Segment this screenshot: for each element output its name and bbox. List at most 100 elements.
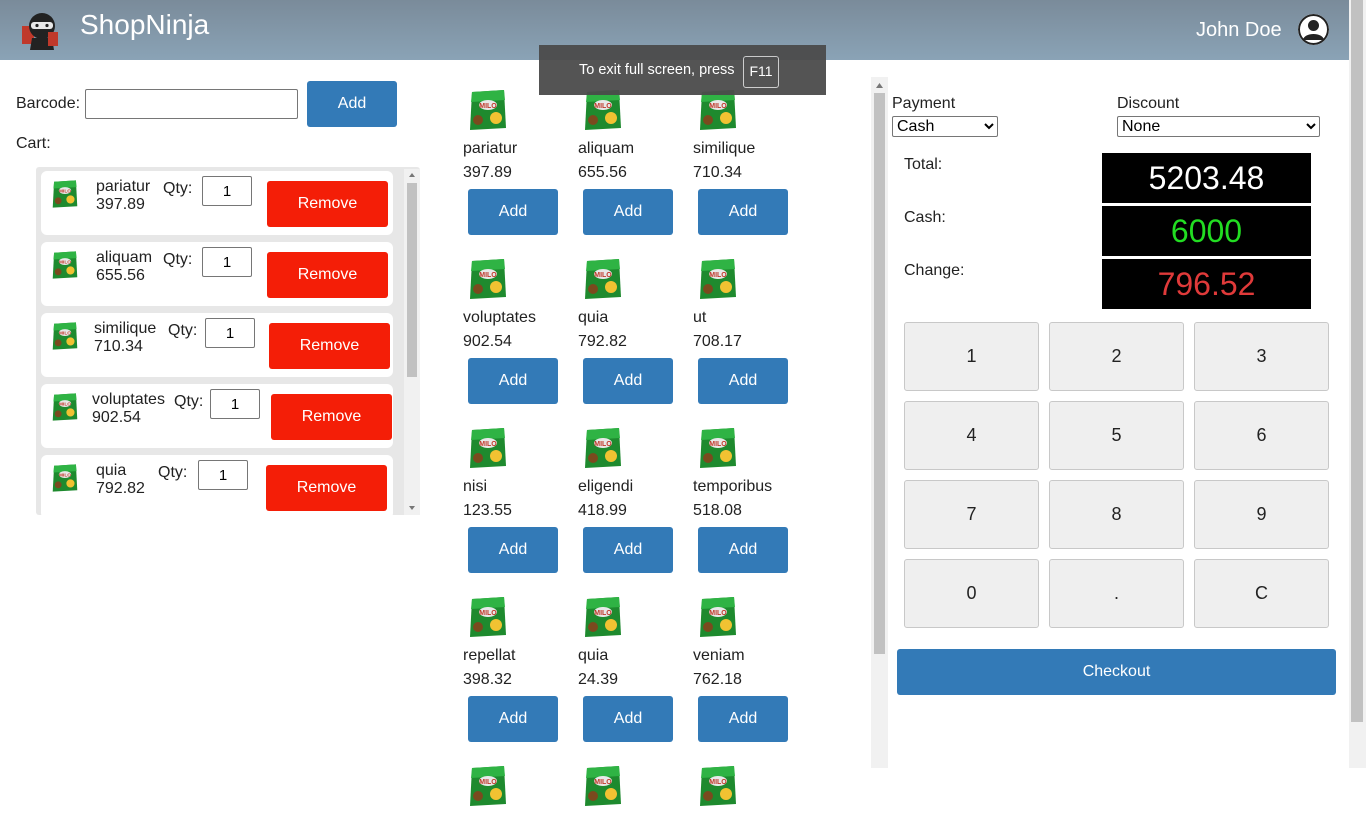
svg-text:MILO: MILO: [59, 260, 71, 266]
product-add-button[interactable]: Add: [468, 189, 558, 235]
product-price: 123.55: [463, 502, 512, 519]
svg-text:MILO: MILO: [594, 779, 612, 786]
svg-text:MILO: MILO: [59, 402, 71, 408]
qty-input[interactable]: [210, 389, 260, 419]
product-image-icon: MILO: [583, 764, 623, 808]
svg-text:MILO: MILO: [479, 272, 497, 279]
cart-list: MILO pariatur397.89 Qty: Remove MILO aliquam6…: [36, 167, 420, 515]
product-price: 518.08: [693, 502, 742, 519]
svg-text:MILO: MILO: [594, 272, 612, 279]
remove-button[interactable]: Remove: [267, 181, 388, 227]
payment-label: Payment: [892, 95, 956, 112]
discount-label: Discount: [1117, 95, 1180, 112]
barcode-label: Barcode:: [16, 95, 81, 112]
svg-text:MILO: MILO: [709, 103, 727, 110]
qty-label: Qty:: [163, 251, 193, 268]
keypad-key[interactable]: .: [1049, 559, 1184, 628]
remove-button[interactable]: Remove: [266, 465, 387, 511]
cart-item: MILO voluptates902.54 Qty: Remove: [41, 384, 393, 448]
product-name: veniam: [693, 647, 745, 664]
product-add-button[interactable]: Add: [583, 696, 673, 742]
product-scrollbar[interactable]: [871, 77, 888, 768]
product-scrollbar-track: [874, 83, 885, 654]
keypad-key[interactable]: 6: [1194, 401, 1329, 470]
keypad-key[interactable]: C: [1194, 559, 1329, 628]
product-image-icon: MILO: [698, 426, 738, 470]
cart-item-price: 902.54: [92, 409, 141, 426]
product-add-button[interactable]: Add: [468, 358, 558, 404]
keypad-key[interactable]: 7: [904, 480, 1039, 549]
product-name: aliquam: [578, 140, 635, 157]
svg-text:MILO: MILO: [59, 189, 71, 195]
product-add-button[interactable]: Add: [583, 189, 673, 235]
keypad-key[interactable]: 9: [1194, 480, 1329, 549]
total-label: Total:: [904, 156, 943, 173]
product-image-icon: MILO: [468, 764, 508, 808]
cart-scrollbar[interactable]: [404, 169, 420, 515]
svg-text:MILO: MILO: [594, 441, 612, 448]
qty-label: Qty:: [163, 180, 193, 197]
product-add-button[interactable]: Add: [698, 527, 788, 573]
barcode-add-button[interactable]: Add: [307, 81, 397, 127]
change-display: 796.52: [1102, 259, 1311, 309]
toast-message: To exit full screen, press: [579, 62, 735, 78]
payment-select[interactable]: Cash: [892, 116, 998, 137]
product-name: eligendi: [578, 478, 634, 495]
barcode-input[interactable]: [85, 89, 298, 119]
product-add-button[interactable]: Add: [698, 696, 788, 742]
product-add-button[interactable]: Add: [583, 358, 673, 404]
cart-item-name: similique: [94, 320, 157, 337]
change-label: Change:: [904, 262, 965, 279]
product-image-icon: MILO: [583, 595, 623, 639]
product-thumbnail-icon: MILO: [51, 392, 79, 422]
svg-text:MILO: MILO: [479, 441, 497, 448]
product-price: 708.17: [693, 333, 742, 350]
qty-input[interactable]: [202, 176, 252, 206]
cart-item-name: aliquam: [96, 249, 153, 266]
page-scrollbar-thumb[interactable]: [1351, 0, 1363, 722]
keypad-key[interactable]: 0: [904, 559, 1039, 628]
cart-scrollbar-arrows: [407, 173, 417, 510]
remove-button[interactable]: Remove: [269, 323, 390, 369]
product-add-button[interactable]: Add: [583, 527, 673, 573]
discount-select[interactable]: None: [1117, 116, 1320, 137]
keypad-key[interactable]: 5: [1049, 401, 1184, 470]
user-name[interactable]: John Doe: [1196, 19, 1282, 42]
cart-item-price: 792.82: [96, 480, 145, 497]
product-add-button[interactable]: Add: [468, 696, 558, 742]
qty-input[interactable]: [202, 247, 252, 277]
qty-label: Qty:: [158, 464, 188, 481]
qty-input[interactable]: [205, 318, 255, 348]
page-scrollbar[interactable]: [1349, 0, 1366, 768]
fullscreen-toast: To exit full screen, press F11: [539, 45, 826, 95]
user-avatar-icon[interactable]: [1298, 14, 1329, 45]
keypad-key[interactable]: 4: [904, 401, 1039, 470]
product-image-icon: MILO: [583, 257, 623, 301]
svg-text:MILO: MILO: [59, 331, 71, 337]
product-price: 418.99: [578, 502, 627, 519]
svg-text:MILO: MILO: [709, 779, 727, 786]
svg-text:MILO: MILO: [479, 610, 497, 617]
keypad-key[interactable]: 8: [1049, 480, 1184, 549]
remove-button[interactable]: Remove: [271, 394, 392, 440]
checkout-button[interactable]: Checkout: [897, 649, 1336, 695]
product-add-button[interactable]: Add: [468, 527, 558, 573]
cart-label: Cart:: [16, 135, 51, 152]
keypad-key[interactable]: 1: [904, 322, 1039, 391]
cart-item: MILO quia792.82 Qty: Remove: [41, 455, 393, 515]
svg-text:MILO: MILO: [709, 610, 727, 617]
qty-label: Qty:: [174, 393, 204, 410]
remove-button[interactable]: Remove: [267, 252, 388, 298]
product-add-button[interactable]: Add: [698, 358, 788, 404]
product-price: 397.89: [463, 164, 512, 181]
keypad-key[interactable]: 2: [1049, 322, 1184, 391]
qty-input[interactable]: [198, 460, 248, 490]
product-add-button[interactable]: Add: [698, 189, 788, 235]
cart-item-name: voluptates: [92, 391, 165, 408]
keypad-key[interactable]: 3: [1194, 322, 1329, 391]
cart-item-name: pariatur: [96, 178, 151, 195]
product-image-icon: MILO: [583, 426, 623, 470]
product-image-icon: MILO: [468, 595, 508, 639]
svg-text:MILO: MILO: [594, 103, 612, 110]
product-price: 762.18: [693, 671, 742, 688]
